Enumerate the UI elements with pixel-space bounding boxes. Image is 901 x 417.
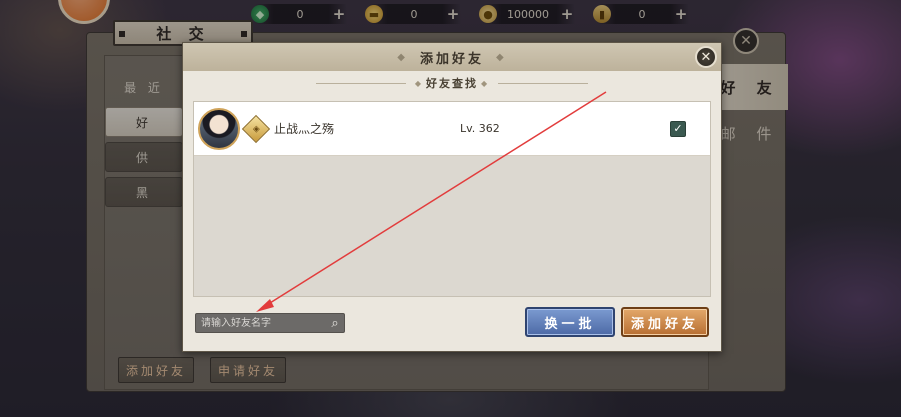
friend-name: 止战灬之殇 xyxy=(274,122,335,136)
checkmark-icon: ✓ xyxy=(673,122,683,135)
refresh-button[interactable]: 换一批 xyxy=(525,307,615,337)
divider xyxy=(498,82,589,84)
diamond-ornament-icon: ◆ xyxy=(397,51,408,63)
diamond-ornament-icon: ◆ xyxy=(481,78,490,88)
search-icon[interactable]: ⌕ xyxy=(326,316,344,331)
diamond-ornament-icon: ◆ xyxy=(496,51,507,63)
dialog-title: 添加好友 xyxy=(419,51,484,67)
add-friend-button[interactable]: 添加好友 xyxy=(621,307,709,337)
add-friend-dialog: ◆ 添加好友 ◆ ✕ ◆ 好友查找 ◆ ◈ 止战灬之殇 Lv. 362 ✓ ⌕ … xyxy=(182,42,722,352)
search-input[interactable] xyxy=(196,314,326,332)
search-results-list: ◈ 止战灬之殇 Lv. 362 ✓ xyxy=(193,101,711,297)
section-heading: ◆ 好友查找 ◆ xyxy=(183,75,721,91)
search-field: ⌕ xyxy=(195,313,345,333)
divider xyxy=(315,82,406,84)
friend-level: Lv. 362 xyxy=(460,122,500,135)
dialog-header: ◆ 添加好友 ◆ xyxy=(183,43,721,71)
avatar xyxy=(198,107,240,150)
list-item[interactable]: ◈ 止战灬之殇 Lv. 362 ✓ xyxy=(194,102,710,156)
section-title: 好友查找 xyxy=(426,77,478,90)
rank-badge-icon: ◈ xyxy=(241,114,271,143)
close-icon[interactable]: ✕ xyxy=(695,46,717,68)
diamond-ornament-icon: ◆ xyxy=(414,78,423,88)
select-checkbox[interactable]: ✓ xyxy=(670,120,686,137)
